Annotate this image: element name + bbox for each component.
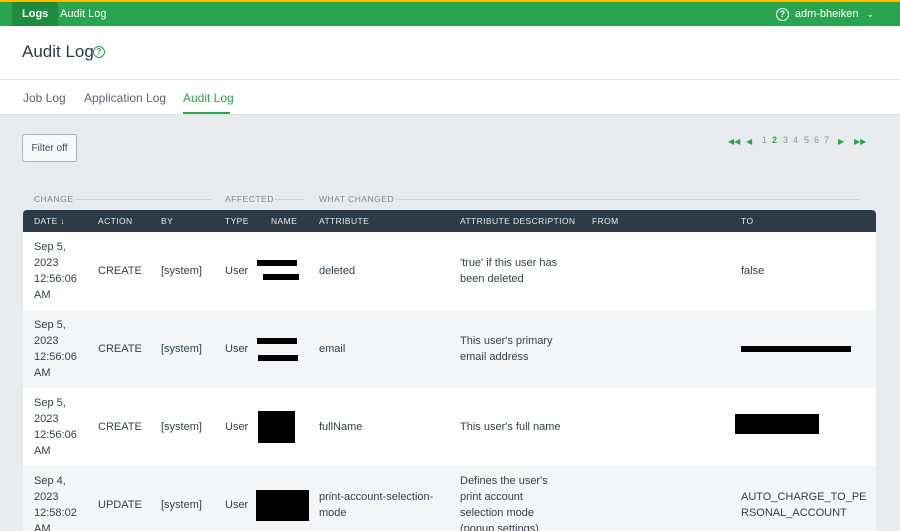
- cell-attribute: deleted: [319, 265, 356, 277]
- cell-by: [system]: [161, 499, 202, 511]
- column-type: TYPE: [225, 216, 249, 226]
- cell-type: User: [225, 265, 249, 277]
- column-by: BY: [161, 216, 174, 226]
- user-menu[interactable]: ? adm-bheiken ⌄: [775, 2, 874, 26]
- redacted-name: [257, 260, 297, 266]
- group-change: CHANGE: [34, 194, 74, 204]
- cell-type: User: [225, 421, 249, 433]
- group-what-changed: WHAT CHANGED: [319, 194, 395, 204]
- last-page-icon[interactable]: ▶▶: [854, 137, 866, 146]
- group-divider: [76, 199, 211, 200]
- page-link[interactable]: 5: [804, 135, 809, 145]
- tab-audit-log[interactable]: Audit Log: [183, 91, 234, 105]
- column-date-label: DATE: [34, 216, 58, 226]
- cell-description: Defines the user's print account selecti…: [460, 475, 548, 531]
- redacted-name: [258, 411, 295, 443]
- table-row: Sep 5, 2023 12:56:06 AM CREATE [system] …: [23, 388, 876, 466]
- cell-action: CREATE: [98, 421, 142, 433]
- group-affected: AFFECTED: [225, 194, 274, 204]
- top-bar: Logs Audit Log ? adm-bheiken ⌄: [0, 0, 900, 26]
- column-action: ACTION: [98, 216, 133, 226]
- column-attribute-description: ATTRIBUTE DESCRIPTION: [460, 216, 576, 226]
- help-icon[interactable]: ?: [93, 46, 105, 58]
- page-link-current[interactable]: 2: [772, 135, 777, 145]
- page-link[interactable]: 6: [814, 135, 819, 145]
- page-title: Audit Log: [22, 42, 94, 61]
- cell-attribute: fullName: [319, 421, 363, 433]
- cell-date: Sep 5, 2023 12:56:06 AM: [34, 241, 77, 301]
- next-page-icon[interactable]: ▶: [838, 137, 844, 146]
- tab-application-log[interactable]: Application Log: [84, 91, 166, 105]
- cell-description: 'true' if this user has been deleted: [460, 257, 558, 285]
- tab-job-log[interactable]: Job Log: [23, 91, 66, 105]
- redacted-name: [257, 338, 297, 344]
- table-row: Sep 5, 2023 12:56:06 AM CREATE [system] …: [23, 232, 876, 310]
- cell-action: CREATE: [98, 265, 142, 277]
- user-name: adm-bheiken: [794, 8, 859, 20]
- cell-by: [system]: [161, 343, 202, 355]
- column-from: FROM: [592, 216, 619, 226]
- cell-type: User: [225, 499, 249, 511]
- redacted-name: [263, 274, 299, 280]
- page-link[interactable]: 3: [783, 135, 788, 145]
- redacted-to: [735, 414, 819, 434]
- redacted-to: [741, 346, 851, 352]
- chevron-down-icon: ⌄: [866, 9, 874, 19]
- group-divider: [396, 199, 860, 200]
- table-row: Sep 4, 2023 12:58:02 AM UPDATE [system] …: [23, 466, 876, 531]
- active-tab-indicator: [183, 112, 230, 114]
- cell-type: User: [225, 343, 249, 355]
- group-divider: [274, 199, 304, 200]
- table-row: Sep 5, 2023 12:56:06 AM CREATE [system] …: [23, 310, 876, 388]
- cell-action: CREATE: [98, 343, 142, 355]
- page-link[interactable]: 4: [793, 135, 798, 145]
- cell-by: [system]: [161, 265, 202, 277]
- column-date[interactable]: DATE ↓: [34, 216, 65, 226]
- arrow-down-icon: ↓: [60, 216, 66, 226]
- page-link[interactable]: 7: [824, 135, 829, 145]
- cell-attribute: email: [319, 343, 346, 355]
- filter-button[interactable]: Filter off: [22, 134, 77, 162]
- cell-to: false: [741, 265, 765, 277]
- breadcrumb-separator: [52, 2, 59, 26]
- prev-page-icon[interactable]: ◀: [746, 137, 752, 146]
- column-to: TO: [741, 216, 754, 226]
- column-attribute: ATTRIBUTE: [319, 216, 370, 226]
- help-icon[interactable]: ?: [775, 7, 789, 21]
- page-header: Audit Log ?: [0, 26, 900, 80]
- breadcrumb-current: Audit Log: [60, 8, 107, 20]
- cell-action: UPDATE: [98, 499, 142, 511]
- cell-date: Sep 5, 2023 12:56:06 AM: [34, 397, 77, 457]
- table-header: DATE ↓ ACTION BY TYPE NAME ATTRIBUTE ATT…: [23, 210, 876, 232]
- cell-attribute: print-account-selection-mode: [319, 491, 434, 519]
- tab-bar: Job Log Application Log Audit Log: [0, 80, 900, 115]
- cell-by: [system]: [161, 421, 202, 433]
- first-page-icon[interactable]: ◀◀: [728, 137, 740, 146]
- cell-date: Sep 5, 2023 12:56:06 AM: [34, 319, 77, 379]
- cell-date: Sep 4, 2023 12:58:02 AM: [34, 475, 77, 531]
- redacted-name: [256, 490, 309, 521]
- page-link[interactable]: 1: [762, 135, 767, 145]
- cell-description: This user's primary email address: [460, 335, 553, 363]
- cell-to: AUTO_CHARGE_TO_PERSONAL_ACCOUNT: [741, 491, 867, 519]
- cell-description: This user's full name: [460, 421, 561, 433]
- column-name: NAME: [271, 216, 298, 226]
- redacted-name: [258, 355, 298, 361]
